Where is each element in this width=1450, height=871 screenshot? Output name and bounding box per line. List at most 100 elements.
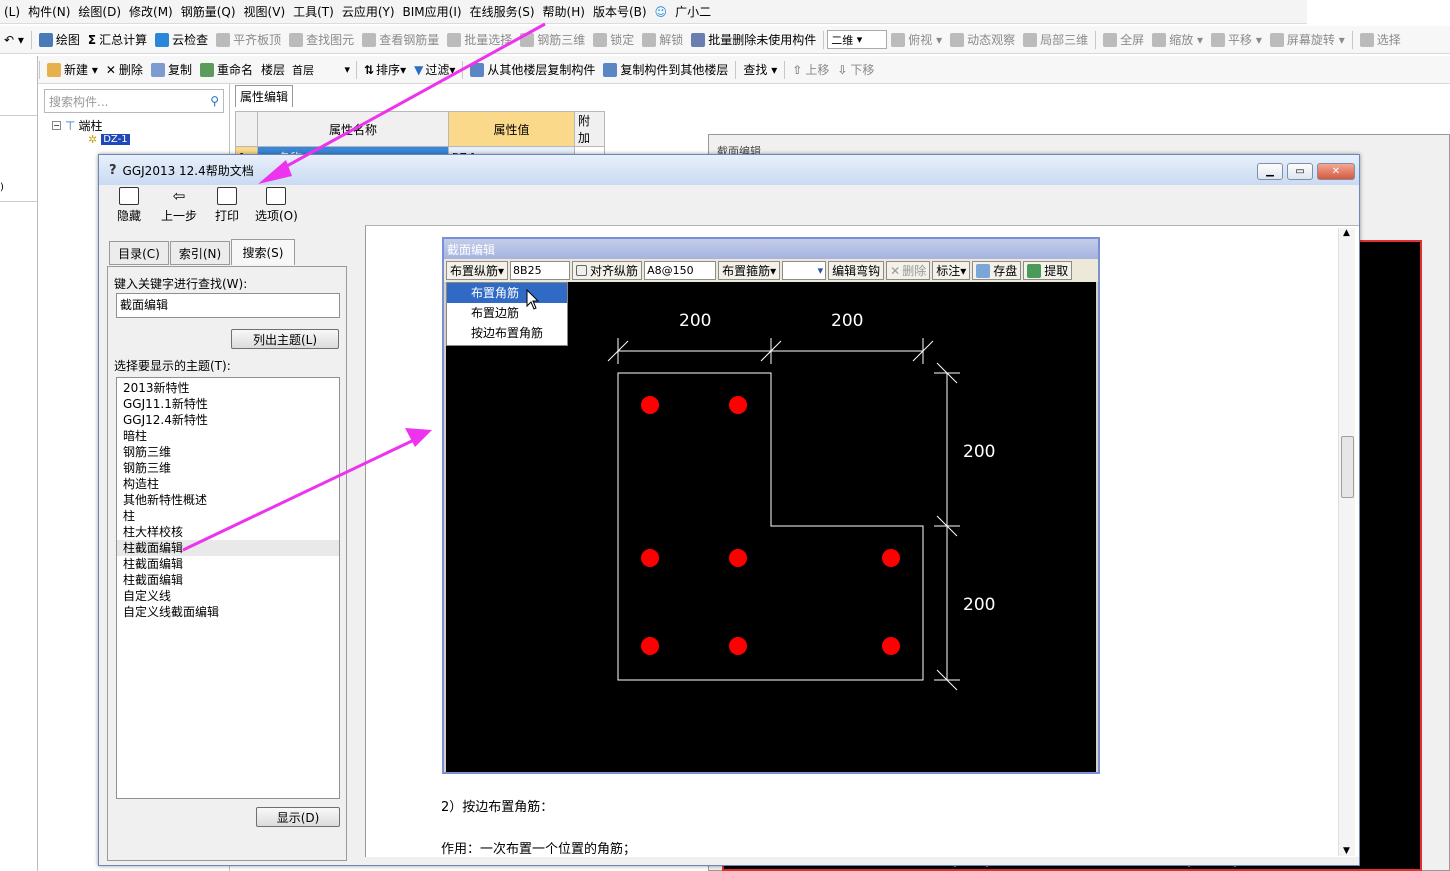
- list-item[interactable]: 钢筋三维: [117, 444, 339, 460]
- find-button[interactable]: 查找 ▾: [739, 61, 781, 78]
- vertical-scrollbar[interactable]: ▲ ▼: [1338, 228, 1355, 856]
- menu-version[interactable]: 版本号(B): [589, 3, 651, 20]
- list-item[interactable]: 其他新特性概述: [117, 492, 339, 508]
- keyword-input[interactable]: 截面编辑: [116, 293, 340, 318]
- fullscreen-button[interactable]: 全屏: [1099, 31, 1148, 48]
- menu-draw[interactable]: 绘图(D): [74, 3, 125, 20]
- list-item[interactable]: 柱大样校核: [117, 524, 339, 540]
- list-item[interactable]: 柱截面编辑: [117, 572, 339, 588]
- menu-view[interactable]: 视图(V): [240, 3, 290, 20]
- rebar-3d-button[interactable]: 钢筋三维: [516, 31, 589, 48]
- menu-item-corner-rebar[interactable]: 布置角筋: [447, 283, 567, 303]
- list-item[interactable]: 自定义线截面编辑: [117, 604, 339, 620]
- guangxiaoer-icon[interactable]: ☺: [651, 5, 672, 19]
- menu-bim[interactable]: BIM应用(I): [399, 3, 466, 20]
- component-search-input[interactable]: 搜索构件... ⚲: [44, 89, 224, 113]
- floor-select[interactable]: 首层 ▾: [289, 60, 353, 79]
- zoom-button[interactable]: 缩放 ▾: [1148, 31, 1207, 48]
- list-item[interactable]: 钢筋三维: [117, 460, 339, 476]
- view-mode-select[interactable]: 二维 ▾: [827, 30, 888, 49]
- tab-property-edit[interactable]: 属性编辑: [235, 85, 293, 107]
- annotate-button[interactable]: 标注 ▾: [932, 261, 971, 280]
- unlock-button[interactable]: 解锁: [638, 31, 687, 48]
- close-button[interactable]: ✕: [1317, 163, 1355, 180]
- minimize-button[interactable]: ▁: [1257, 163, 1283, 180]
- help-title-bar[interactable]: ? GGJ2013 12.4帮助文档: [99, 155, 1359, 185]
- list-item-selected[interactable]: 柱截面编辑: [117, 540, 339, 556]
- delete-button[interactable]: ✕ 删除: [102, 61, 147, 78]
- scroll-up-icon[interactable]: ▲: [1343, 228, 1350, 238]
- place-long-rebar-button[interactable]: 布置纵筋 ▾: [446, 261, 509, 280]
- print-button[interactable]: 打印: [215, 187, 239, 224]
- menu-rebar-qty[interactable]: 钢筋量(Q): [177, 3, 240, 20]
- tree-root[interactable]: − ⊤ 端柱: [52, 117, 102, 134]
- sort-button[interactable]: ⇅ 排序 ▾: [360, 61, 410, 78]
- place-stirrup-button[interactable]: 布置箍筋 ▾: [718, 261, 781, 280]
- menu-l[interactable]: (L): [0, 5, 24, 19]
- options-button[interactable]: 选项(O): [255, 187, 298, 224]
- back-button[interactable]: ⇦ 上一步: [161, 187, 197, 224]
- draw-button[interactable]: 绘图: [35, 31, 84, 48]
- list-item[interactable]: 柱: [117, 508, 339, 524]
- select-button[interactable]: 选择: [1356, 31, 1405, 48]
- new-button[interactable]: 新建 ▾: [43, 61, 102, 78]
- list-item[interactable]: 自定义线: [117, 588, 339, 604]
- save-button[interactable]: 存盘: [972, 261, 1022, 280]
- list-item[interactable]: GGJ11.1新特性: [117, 396, 339, 412]
- list-item[interactable]: GGJ12.4新特性: [117, 412, 339, 428]
- collapse-icon[interactable]: −: [52, 121, 61, 130]
- batch-delete-button[interactable]: 批量删除未使用构件: [687, 31, 820, 48]
- rebar-spec-input[interactable]: 8B25: [510, 261, 571, 280]
- menu-tools[interactable]: 工具(T): [289, 3, 338, 20]
- delete-button-disabled[interactable]: ✕ 删除: [886, 261, 931, 280]
- top-view-button[interactable]: 俯视 ▾: [887, 31, 946, 48]
- list-item[interactable]: 柱截面编辑: [117, 556, 339, 572]
- align-long-rebar-button[interactable]: 对齐纵筋: [572, 261, 643, 280]
- pan-button[interactable]: 平移 ▾: [1207, 31, 1266, 48]
- menu-cloud[interactable]: 云应用(Y): [338, 3, 399, 20]
- cloud-check-button[interactable]: 云检查: [151, 31, 212, 48]
- undo-icon[interactable]: ↶ ▾: [0, 33, 28, 47]
- list-item[interactable]: 暗柱: [117, 428, 339, 444]
- menu-guangxiaoer[interactable]: 广小二: [671, 3, 715, 20]
- copy-to-floor-button[interactable]: 复制构件到其他楼层: [599, 61, 732, 78]
- dynamic-observe-button[interactable]: 动态观察: [946, 31, 1019, 48]
- extract-button[interactable]: 提取: [1023, 261, 1073, 280]
- stirrup-spec-input[interactable]: A8@150: [644, 261, 717, 280]
- copy-button[interactable]: 复制: [147, 61, 196, 78]
- display-button[interactable]: 显示(D): [256, 807, 340, 827]
- menu-modify[interactable]: 修改(M): [125, 3, 177, 20]
- edit-hook-button[interactable]: 编辑弯钩: [828, 261, 885, 280]
- stirrup-type-select[interactable]: ▾: [782, 261, 827, 280]
- section-canvas[interactable]: 200 200 200 200: [446, 282, 1096, 772]
- find-element-button[interactable]: 查找图元: [285, 31, 358, 48]
- dock-tab-edge[interactable]: ): [0, 182, 4, 193]
- menu-component[interactable]: 构件(N): [24, 3, 74, 20]
- screen-rotate-button[interactable]: 屏幕旋转 ▾: [1266, 31, 1349, 48]
- view-rebar-button[interactable]: 查看钢筋量: [358, 31, 443, 48]
- tab-index[interactable]: 索引(N): [170, 241, 230, 265]
- move-up-button[interactable]: ⇧ 上移: [788, 61, 833, 78]
- tree-item-dz1[interactable]: ✲ DZ-1: [88, 133, 130, 146]
- list-item[interactable]: 2013新特性: [117, 380, 339, 396]
- flat-slab-button[interactable]: 平齐板顶: [212, 31, 285, 48]
- rename-button[interactable]: 重命名: [196, 61, 257, 78]
- lock-button[interactable]: 锁定: [589, 31, 638, 48]
- scroll-down-icon[interactable]: ▼: [1343, 846, 1350, 856]
- menu-online[interactable]: 在线服务(S): [466, 3, 539, 20]
- sum-button[interactable]: Σ 汇总计算: [84, 31, 151, 48]
- maximize-button[interactable]: ▭: [1287, 163, 1313, 180]
- list-topics-button[interactable]: 列出主题(L): [231, 329, 339, 349]
- filter-button[interactable]: ▼ 过滤 ▾: [410, 61, 459, 78]
- hide-button[interactable]: 隐藏: [117, 187, 141, 224]
- menu-item-edge-rebar[interactable]: 布置边筋: [447, 303, 567, 323]
- tab-contents[interactable]: 目录(C): [109, 241, 169, 265]
- scroll-thumb[interactable]: [1341, 436, 1354, 498]
- tab-search[interactable]: 搜索(S): [231, 239, 295, 265]
- list-item[interactable]: 构造柱: [117, 476, 339, 492]
- batch-select-button[interactable]: 批量选择: [443, 31, 516, 48]
- move-down-button[interactable]: ⇩ 下移: [833, 61, 878, 78]
- copy-from-floor-button[interactable]: 从其他楼层复制构件: [466, 61, 599, 78]
- search-icon[interactable]: ⚲: [210, 94, 223, 108]
- menu-help[interactable]: 帮助(H): [539, 3, 589, 20]
